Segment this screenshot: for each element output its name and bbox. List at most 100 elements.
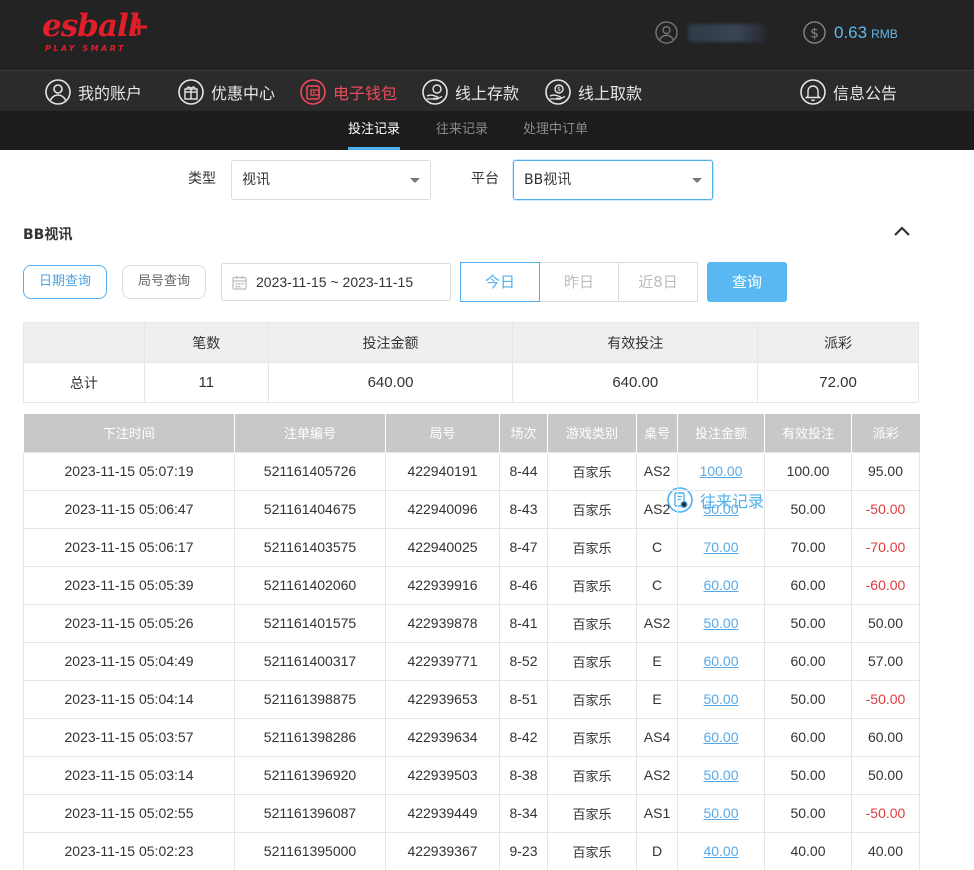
svg-text:$: $ [557, 86, 561, 93]
bet-amount-link[interactable]: 50.00 [703, 615, 738, 631]
cell-bet-amount[interactable]: 70.00 [677, 527, 765, 567]
cell-payout: -50.00 [851, 679, 920, 719]
cell-session: 9-23 [499, 831, 548, 870]
query-button[interactable]: 查询 [707, 262, 787, 302]
top-bar: esball + PLAY SMART $ 0.63 RMB [0, 0, 974, 70]
cell-bet-time: 2023-11-15 05:04:49 [23, 641, 235, 681]
user-icon [45, 79, 71, 105]
bet-amount-link[interactable]: 60.00 [703, 577, 738, 593]
cell-valid-bet: 60.00 [764, 565, 852, 605]
cell-session: 8-51 [499, 679, 548, 719]
section-title: BB视讯 [23, 227, 73, 243]
cell-bet-amount[interactable]: 60.00 [677, 641, 765, 681]
nav-promotions[interactable]: 优惠中心 [177, 77, 275, 107]
bet-amount-link[interactable]: 50.00 [703, 691, 738, 707]
cell-bet-amount[interactable]: 50.00 [677, 679, 765, 719]
date-query-button[interactable]: 日期查询 [23, 265, 107, 299]
column-header: 局号 [385, 414, 500, 452]
tab-transaction-history[interactable]: 往来记录 [436, 111, 488, 150]
nav-label: 线上存款 [455, 84, 520, 103]
cell-bet-amount[interactable]: 100.00 [677, 451, 765, 491]
nav-online-deposit[interactable]: 线上存款 [421, 77, 519, 107]
cell-bet-amount[interactable]: 60.00 [677, 717, 765, 757]
summary-total-row: 总计 11 640.00 640.00 72.00 [23, 362, 919, 403]
cell-bet-number: 521161400317 [234, 641, 386, 681]
bet-amount-link[interactable]: 50.00 [703, 501, 738, 517]
deposit-icon [422, 79, 448, 105]
column-header: 桌号 [636, 414, 678, 452]
table-row: 2023-11-15 05:06:17 521161403575 422940025… [23, 527, 920, 567]
cell-valid-bet: 50.00 [764, 679, 852, 719]
cell-valid-bet: 50.00 [764, 755, 852, 795]
cell-table-number: E [636, 679, 678, 719]
cell-bet-time: 2023-11-15 05:02:55 [23, 793, 235, 833]
last-8-days-button[interactable]: 近8日 [618, 262, 698, 302]
nav-announcements[interactable]: 信息公告 [799, 77, 897, 107]
cell-payout: 57.00 [851, 641, 920, 681]
yesterday-button[interactable]: 昨日 [539, 262, 619, 302]
tab-pending-orders[interactable]: 处理中订单 [523, 111, 588, 150]
cell-round-number: 422940191 [385, 451, 500, 491]
bet-amount-link[interactable]: 50.00 [703, 805, 738, 821]
bet-amount-link[interactable]: 60.00 [703, 653, 738, 669]
round-query-button[interactable]: 局号查询 [122, 265, 206, 299]
cell-table-number: C [636, 527, 678, 567]
withdraw-icon: $ [545, 79, 571, 105]
cell-bet-amount[interactable]: 50.00 [677, 793, 765, 833]
cell-round-number: 422939878 [385, 603, 500, 643]
chevron-up-icon[interactable] [892, 223, 912, 239]
nav-label: 线上取款 [578, 84, 643, 103]
cell-session: 8-52 [499, 641, 548, 681]
bet-amount-link[interactable]: 100.00 [700, 463, 743, 479]
cell-game-type: 百家乐 [547, 527, 637, 567]
nav-my-account[interactable]: 我的账户 [44, 77, 142, 107]
column-header: 派彩 [851, 414, 920, 452]
chevron-down-icon [410, 178, 420, 183]
table-body: 2023-11-15 05:07:19 521161405726 422940191… [23, 451, 920, 870]
logo-tagline: PLAY SMART [45, 44, 126, 53]
summary-header-cell: 笔数 [143, 322, 269, 363]
platform-select[interactable]: BB视讯 [513, 160, 713, 200]
cell-payout: -60.00 [851, 565, 920, 605]
cell-round-number: 422940096 [385, 489, 500, 529]
chevron-down-icon [692, 178, 702, 183]
main-nav: 我的账户 优惠中心 电子钱包 线上存款 $ 线上取款 往来记录 信息公告 [0, 70, 974, 513]
column-header: 投注金额 [677, 414, 765, 452]
bet-amount-link[interactable]: 40.00 [703, 843, 738, 859]
column-header: 注单编号 [234, 414, 386, 452]
table-row: 2023-11-15 05:02:23 521161395000 422939367… [23, 831, 920, 870]
cell-bet-number: 521161401575 [234, 603, 386, 643]
cell-valid-bet: 60.00 [764, 717, 852, 757]
esball-logo[interactable]: esball + PLAY SMART [42, 8, 152, 58]
summary-header-cell: 投注金额 [267, 322, 514, 363]
cell-bet-amount[interactable]: 50.00 [677, 489, 765, 529]
summary-count: 11 [143, 362, 269, 403]
table-row: 2023-11-15 05:05:26 521161401575 422939878… [23, 603, 920, 643]
date-range-input[interactable]: 2023-11-15 ~ 2023-11-15 [221, 263, 451, 301]
bet-amount-link[interactable]: 70.00 [703, 539, 738, 555]
cell-round-number: 422939449 [385, 793, 500, 833]
bet-amount-link[interactable]: 50.00 [703, 767, 738, 783]
today-button[interactable]: 今日 [460, 262, 540, 302]
summary-total-label: 总计 [23, 362, 145, 403]
cell-session: 8-43 [499, 489, 548, 529]
cell-round-number: 422940025 [385, 527, 500, 567]
bet-amount-link[interactable]: 60.00 [703, 729, 738, 745]
cell-bet-amount[interactable]: 60.00 [677, 565, 765, 605]
cell-bet-amount[interactable]: 40.00 [677, 831, 765, 870]
cell-bet-amount[interactable]: 50.00 [677, 755, 765, 795]
tab-bet-records[interactable]: 投注记录 [348, 111, 401, 150]
type-select[interactable]: 视讯 [231, 160, 431, 200]
table-row: 2023-11-15 05:03:57 521161398286 422939634… [23, 717, 920, 757]
logo-wordmark: esball [42, 8, 139, 44]
cell-payout: 50.00 [851, 755, 920, 795]
cell-bet-number: 521161402060 [234, 565, 386, 605]
cell-bet-amount[interactable]: 50.00 [677, 603, 765, 643]
avatar-icon[interactable] [655, 21, 678, 44]
nav-e-wallet[interactable]: 电子钱包 [299, 77, 397, 107]
summary-header-cell: 有效投注 [512, 322, 759, 363]
cell-session: 8-34 [499, 793, 548, 833]
nav-online-withdraw[interactable]: $ 线上取款 [544, 77, 642, 107]
platform-select-value: BB视讯 [524, 172, 572, 188]
cell-bet-time: 2023-11-15 05:03:57 [23, 717, 235, 757]
